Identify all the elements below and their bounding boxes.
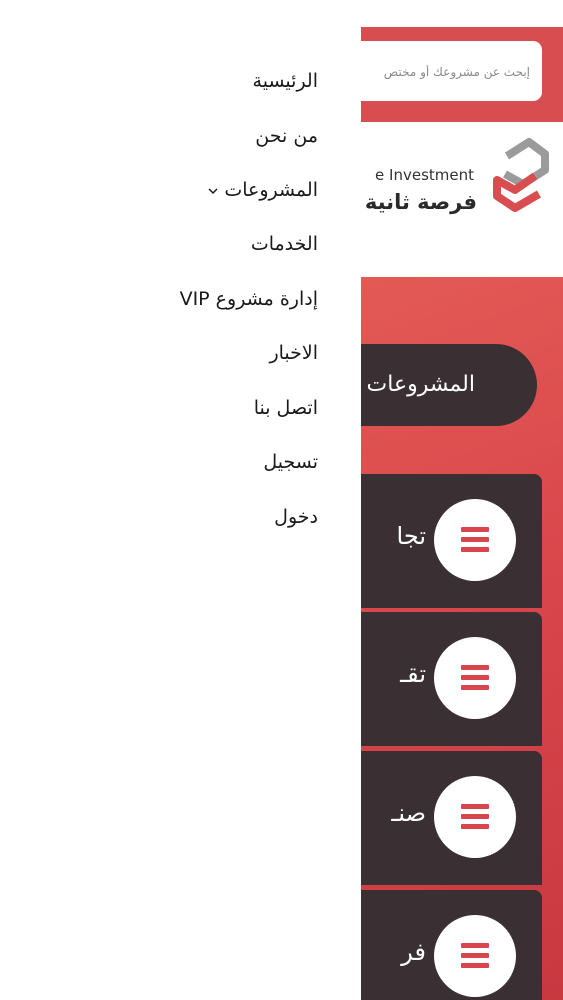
category-card[interactable]: تجا <box>361 474 542 608</box>
category-icon-circle <box>434 637 516 719</box>
search-input[interactable] <box>361 41 532 101</box>
category-card[interactable]: تقـ <box>361 612 542 746</box>
nav-drawer: الرئيسية من نحن المشروعات الخدمات إدارة … <box>0 0 361 1000</box>
nav-item-label: الرئيسية <box>252 70 318 92</box>
search-box[interactable] <box>361 41 542 101</box>
nav-item-register[interactable]: تسجيل <box>263 444 318 480</box>
logo-mark-icon <box>493 138 549 212</box>
chevron-down-icon <box>208 187 218 194</box>
category-card[interactable]: فر <box>361 890 542 1000</box>
category-label: تجا <box>396 522 426 550</box>
category-label: صنـ <box>391 799 426 827</box>
app-screen: e Investment فرصة ثانية المشروعات تجا تق… <box>0 0 563 1000</box>
menu-icon <box>461 665 489 691</box>
nav-item-label: الخدمات <box>250 233 318 255</box>
nav-item-label: المشروعات <box>224 179 318 201</box>
nav-item-label: من نحن <box>255 125 318 147</box>
category-icon-circle <box>434 776 516 858</box>
nav-item-label: دخول <box>274 506 318 528</box>
nav-item-login[interactable]: دخول <box>274 499 318 535</box>
nav-item-services[interactable]: الخدمات <box>251 226 318 262</box>
logo-arabic-text: فرصة ثانية <box>364 190 477 214</box>
nav-item-projects[interactable]: المشروعات <box>206 172 318 208</box>
logo-english-text: e Investment <box>375 166 474 184</box>
nav-item-contact[interactable]: اتصل بنا <box>254 390 318 426</box>
nav-item-label: إدارة مشروع VIP <box>179 288 318 310</box>
nav-item-news[interactable]: الاخبار <box>269 335 318 371</box>
category-label: تقـ <box>400 660 426 688</box>
menu-icon <box>461 943 489 969</box>
main-page: e Investment فرصة ثانية المشروعات تجا تق… <box>361 0 563 1000</box>
menu-icon <box>461 527 489 553</box>
menu-icon <box>461 804 489 830</box>
nav-item-label: اتصل بنا <box>253 397 318 419</box>
nav-item-about[interactable]: من نحن <box>255 118 318 154</box>
nav-item-label: الاخبار <box>269 342 318 364</box>
projects-section-title: المشروعات <box>361 344 537 426</box>
category-icon-circle <box>434 915 516 997</box>
nav-item-home[interactable]: الرئيسية <box>253 63 318 99</box>
nav-item-vip[interactable]: إدارة مشروع VIP <box>180 281 318 317</box>
category-label: فر <box>401 938 426 966</box>
nav-item-label: تسجيل <box>263 451 318 473</box>
category-card[interactable]: صنـ <box>361 751 542 885</box>
category-icon-circle <box>434 499 516 581</box>
